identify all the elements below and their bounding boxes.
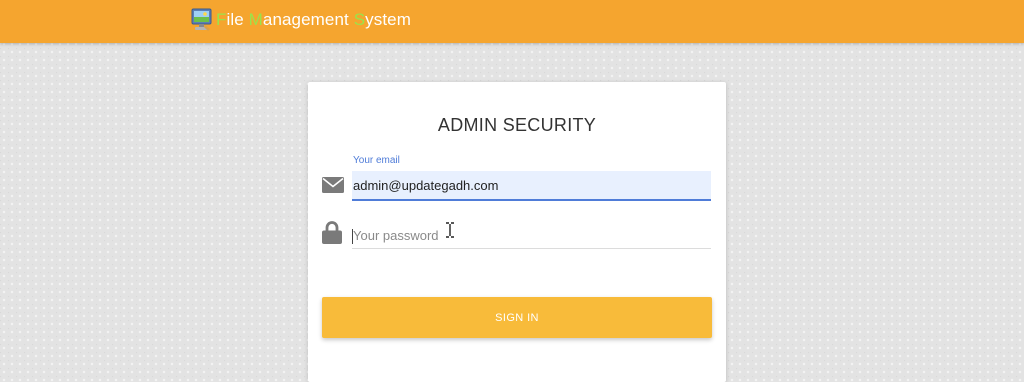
brand[interactable]: File Management System: [191, 8, 411, 32]
computer-monitor-icon: [191, 8, 212, 31]
brand-initial: S: [353, 10, 366, 29]
email-label: Your email: [353, 155, 400, 166]
text-caret: [352, 229, 353, 244]
top-app-bar: File Management System: [0, 0, 1024, 43]
brand-initial: M: [248, 10, 263, 29]
email-field[interactable]: [352, 171, 711, 201]
envelope-icon: [322, 177, 344, 193]
lock-icon: [322, 221, 342, 244]
brand-initial: F: [216, 10, 227, 29]
brand-word: ystem: [365, 10, 411, 29]
password-field[interactable]: [352, 222, 711, 249]
login-card: ADMIN SECURITY Your email SIGN IN: [308, 82, 726, 382]
ibeam-cursor-icon: [446, 222, 454, 238]
brand-word: anagement: [262, 10, 354, 29]
sign-in-button[interactable]: SIGN IN: [322, 297, 712, 338]
login-title: ADMIN SECURITY: [437, 115, 597, 135]
brand-word: ile: [226, 10, 249, 29]
brand-title: File Management System: [216, 10, 411, 30]
